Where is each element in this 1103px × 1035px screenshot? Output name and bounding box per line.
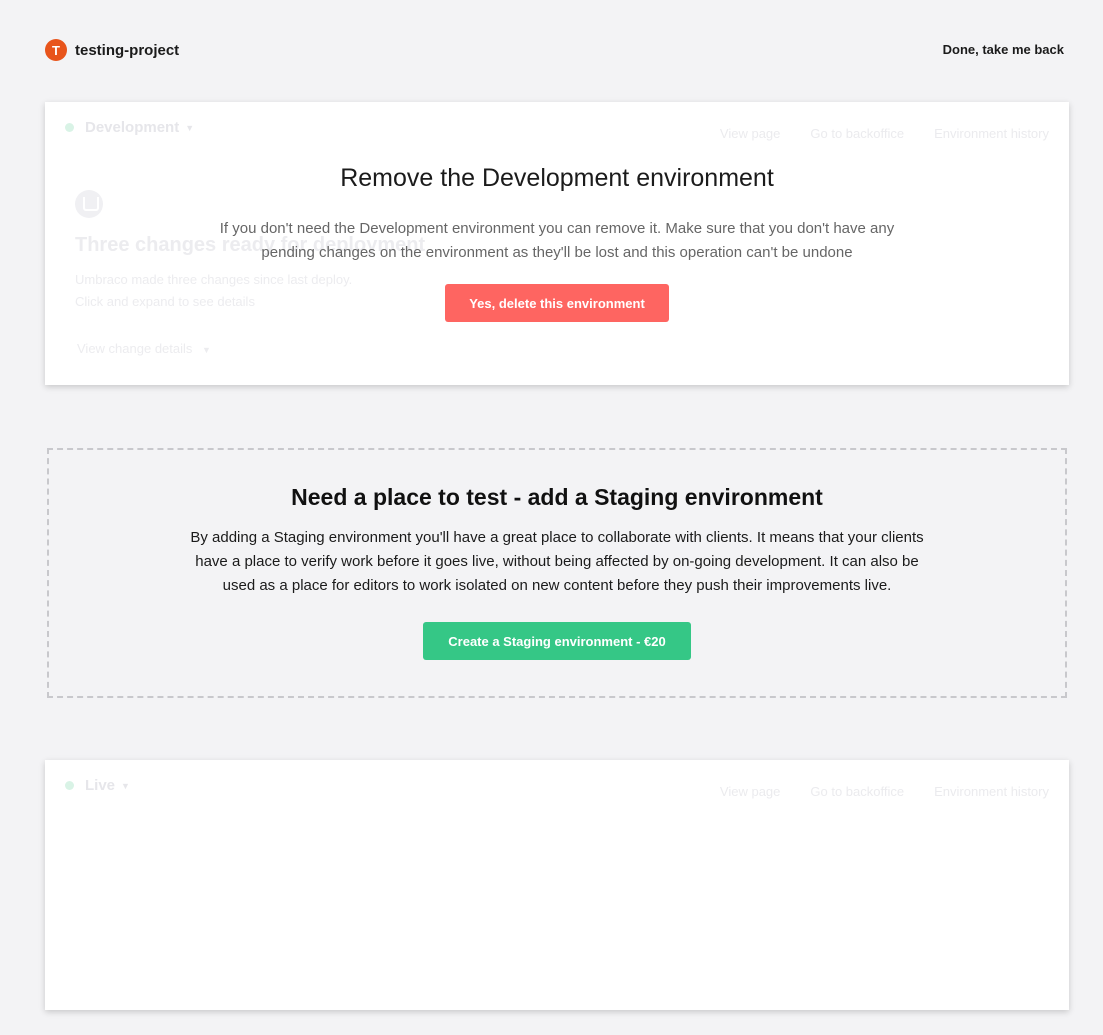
view-page-link[interactable]: View page — [720, 126, 780, 141]
development-environment-card: Development ▼ View page Go to backoffice… — [45, 102, 1069, 385]
go-to-backoffice-link[interactable]: Go to backoffice — [810, 126, 904, 141]
remove-env-title: Remove the Development environment — [340, 164, 774, 192]
changes-subtitle-line: Click and expand to see details — [75, 294, 255, 309]
staging-description: By adding a Staging environment you'll h… — [190, 529, 924, 594]
environment-history-link[interactable]: Environment history — [934, 126, 1049, 141]
env-status-dot — [65, 123, 74, 132]
env-selector[interactable]: Development ▼ — [65, 119, 194, 136]
chevron-down-icon: ▼ — [202, 345, 211, 355]
changes-subtitle: Umbraco made three changes since last de… — [75, 269, 352, 313]
go-to-backoffice-link[interactable]: Go to backoffice — [810, 784, 904, 799]
live-environment-card: Live ▼ View page Go to backoffice Enviro… — [45, 760, 1069, 1010]
chevron-down-icon: ▼ — [185, 122, 195, 133]
add-staging-panel: Need a place to test - add a Staging env… — [47, 448, 1067, 698]
create-staging-button[interactable]: Create a Staging environment - €20 — [423, 622, 691, 660]
chevron-down-icon: ▼ — [121, 780, 130, 791]
remove-env-description: If you don't need the Development enviro… — [219, 220, 895, 261]
view-page-link[interactable]: View page — [720, 784, 780, 799]
env-actions: View page Go to backoffice Environment h… — [720, 784, 1049, 799]
env-status-dot — [65, 781, 74, 790]
umbraco-icon — [75, 190, 103, 218]
done-back-link[interactable]: Done, take me back — [943, 42, 1064, 57]
environment-history-link[interactable]: Environment history — [934, 784, 1049, 799]
project-header[interactable]: T testing-project — [45, 39, 179, 61]
env-selector[interactable]: Live ▼ — [65, 777, 130, 794]
env-name: Live — [85, 777, 116, 794]
project-avatar: T — [45, 39, 67, 61]
top-bar: T testing-project Done, take me back — [0, 0, 1103, 100]
staging-title: Need a place to test - add a Staging env… — [291, 484, 823, 510]
view-change-details-link[interactable]: View change details ▼ — [77, 341, 211, 356]
env-actions: View page Go to backoffice Environment h… — [720, 126, 1049, 141]
view-change-details-label: View change details — [77, 341, 193, 356]
changes-subtitle-line: Umbraco made three changes since last de… — [75, 272, 353, 287]
env-name: Development — [85, 119, 180, 136]
delete-environment-button[interactable]: Yes, delete this environment — [445, 284, 669, 322]
project-name: testing-project — [75, 41, 180, 59]
